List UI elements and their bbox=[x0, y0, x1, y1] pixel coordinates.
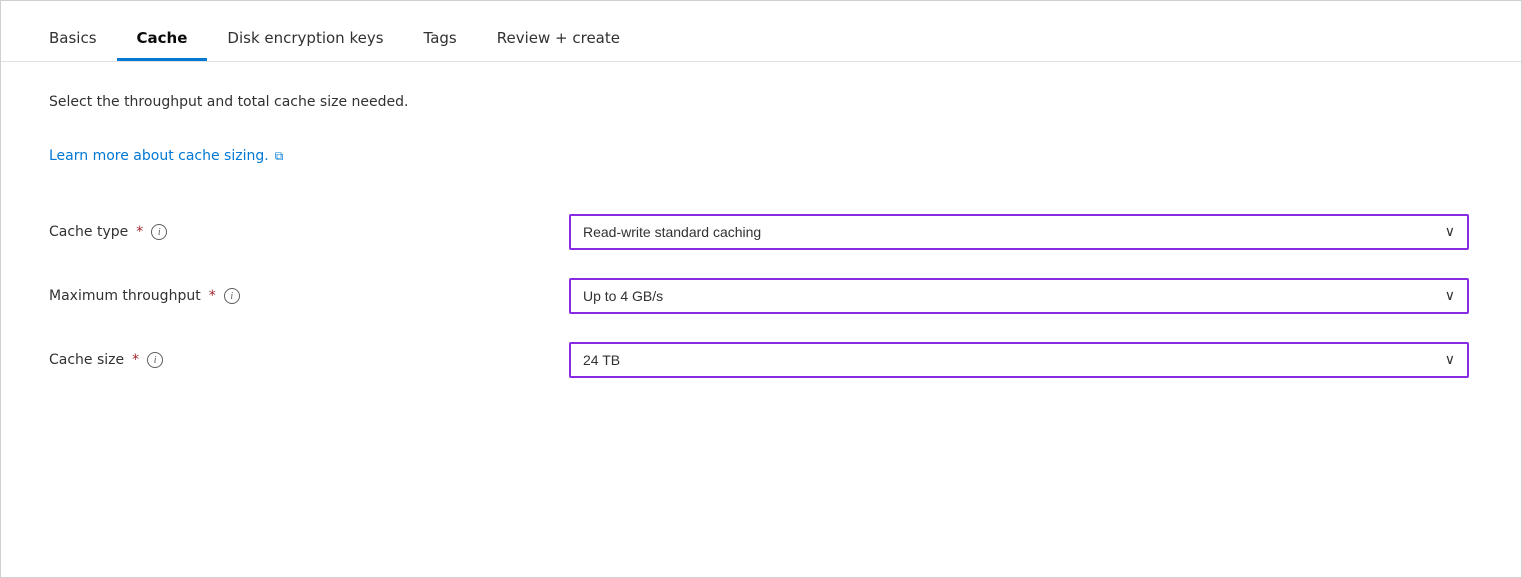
label-cache-type: Cache type bbox=[49, 224, 128, 240]
dropdown-wrapper-cache-size: 24 TB12 TB48 TB96 TB∨ bbox=[569, 342, 1469, 378]
form-row-maximum-throughput: Maximum throughput * i Up to 4 GB/sUp to 2 … bbox=[49, 264, 1473, 328]
form-row-cache-size: Cache size * i 24 TB12 TB48 TB96 TB∨ bbox=[49, 328, 1473, 392]
required-star-cache-type: * bbox=[136, 224, 143, 240]
control-cache-type: Read-write standard cachingRead-only cac… bbox=[569, 214, 1469, 250]
control-maximum-throughput: Up to 4 GB/sUp to 2 GB/sUp to 8 GB/s∨ bbox=[569, 278, 1469, 314]
dropdown-cache-size[interactable]: 24 TB12 TB48 TB96 TB bbox=[569, 342, 1469, 378]
page-container: BasicsCacheDisk encryption keysTagsRevie… bbox=[0, 0, 1522, 578]
tab-basics[interactable]: Basics bbox=[49, 19, 117, 61]
tab-tags[interactable]: Tags bbox=[404, 19, 477, 61]
required-star-cache-size: * bbox=[132, 352, 139, 368]
label-group-cache-size: Cache size * i bbox=[49, 352, 569, 368]
label-cache-size: Cache size bbox=[49, 352, 124, 368]
dropdown-wrapper-maximum-throughput: Up to 4 GB/sUp to 2 GB/sUp to 8 GB/s∨ bbox=[569, 278, 1469, 314]
info-icon-cache-size[interactable]: i bbox=[147, 352, 163, 368]
label-group-maximum-throughput: Maximum throughput * i bbox=[49, 288, 569, 304]
info-icon-maximum-throughput[interactable]: i bbox=[224, 288, 240, 304]
tab-review-create[interactable]: Review + create bbox=[477, 19, 640, 61]
main-content: Select the throughput and total cache si… bbox=[1, 62, 1521, 577]
tab-bar: BasicsCacheDisk encryption keysTagsRevie… bbox=[1, 1, 1521, 62]
required-star-maximum-throughput: * bbox=[209, 288, 216, 304]
control-cache-size: 24 TB12 TB48 TB96 TB∨ bbox=[569, 342, 1469, 378]
label-group-cache-type: Cache type * i bbox=[49, 224, 569, 240]
dropdown-cache-type[interactable]: Read-write standard cachingRead-only cac… bbox=[569, 214, 1469, 250]
form-fields: Cache type * i Read-write standard cachingR… bbox=[49, 200, 1473, 392]
form-row-cache-type: Cache type * i Read-write standard cachingR… bbox=[49, 200, 1473, 264]
learn-more-link[interactable]: Learn more about cache sizing. ⧉ bbox=[49, 148, 283, 164]
tab-cache[interactable]: Cache bbox=[117, 19, 208, 61]
label-maximum-throughput: Maximum throughput bbox=[49, 288, 201, 304]
description-text: Select the throughput and total cache si… bbox=[49, 94, 1473, 110]
info-icon-cache-type[interactable]: i bbox=[151, 224, 167, 240]
dropdown-wrapper-cache-type: Read-write standard cachingRead-only cac… bbox=[569, 214, 1469, 250]
learn-more-text: Learn more about cache sizing. bbox=[49, 148, 269, 164]
tab-disk-encryption-keys[interactable]: Disk encryption keys bbox=[207, 19, 403, 61]
dropdown-maximum-throughput[interactable]: Up to 4 GB/sUp to 2 GB/sUp to 8 GB/s bbox=[569, 278, 1469, 314]
external-link-icon: ⧉ bbox=[275, 149, 284, 164]
